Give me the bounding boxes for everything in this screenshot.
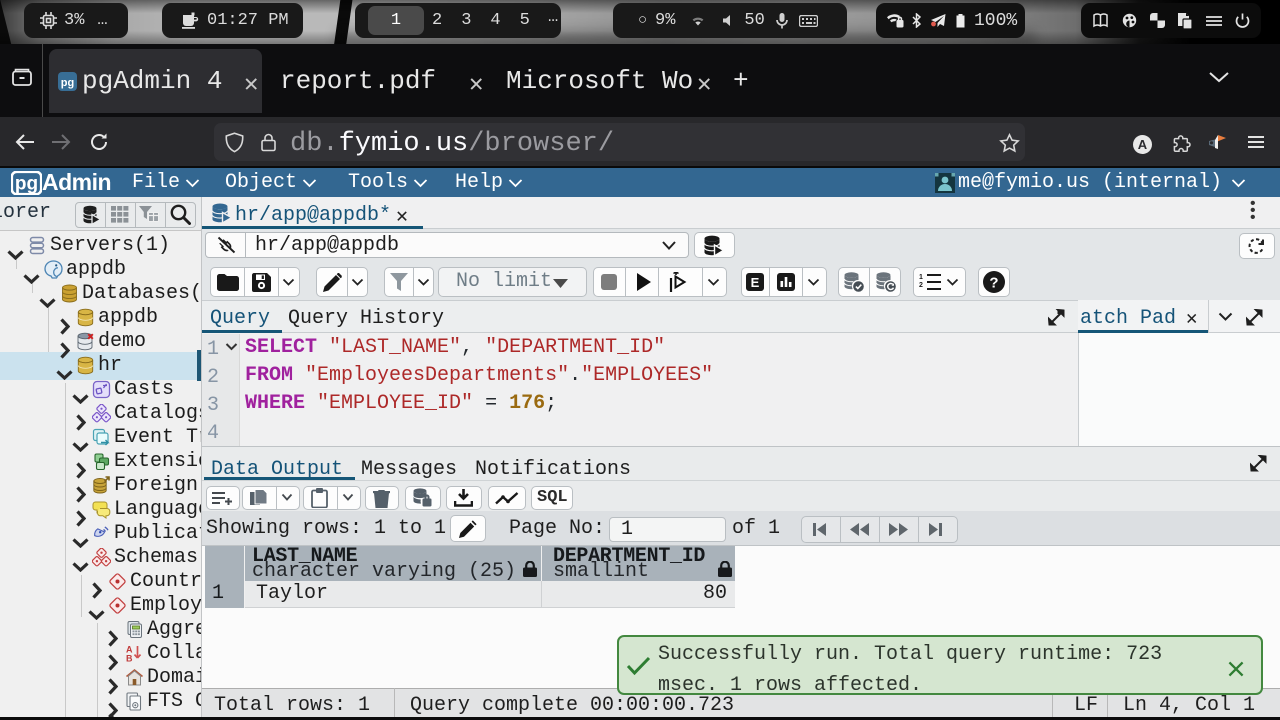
svg-text:2: 2 (919, 282, 923, 289)
svg-text:pg: pg (15, 174, 38, 195)
svg-text:pg: pg (61, 77, 74, 89)
svg-text:A: A (1138, 137, 1148, 152)
svg-text:?: ? (989, 275, 998, 292)
svg-text:E: E (751, 275, 760, 290)
svg-text:1: 1 (919, 274, 923, 281)
